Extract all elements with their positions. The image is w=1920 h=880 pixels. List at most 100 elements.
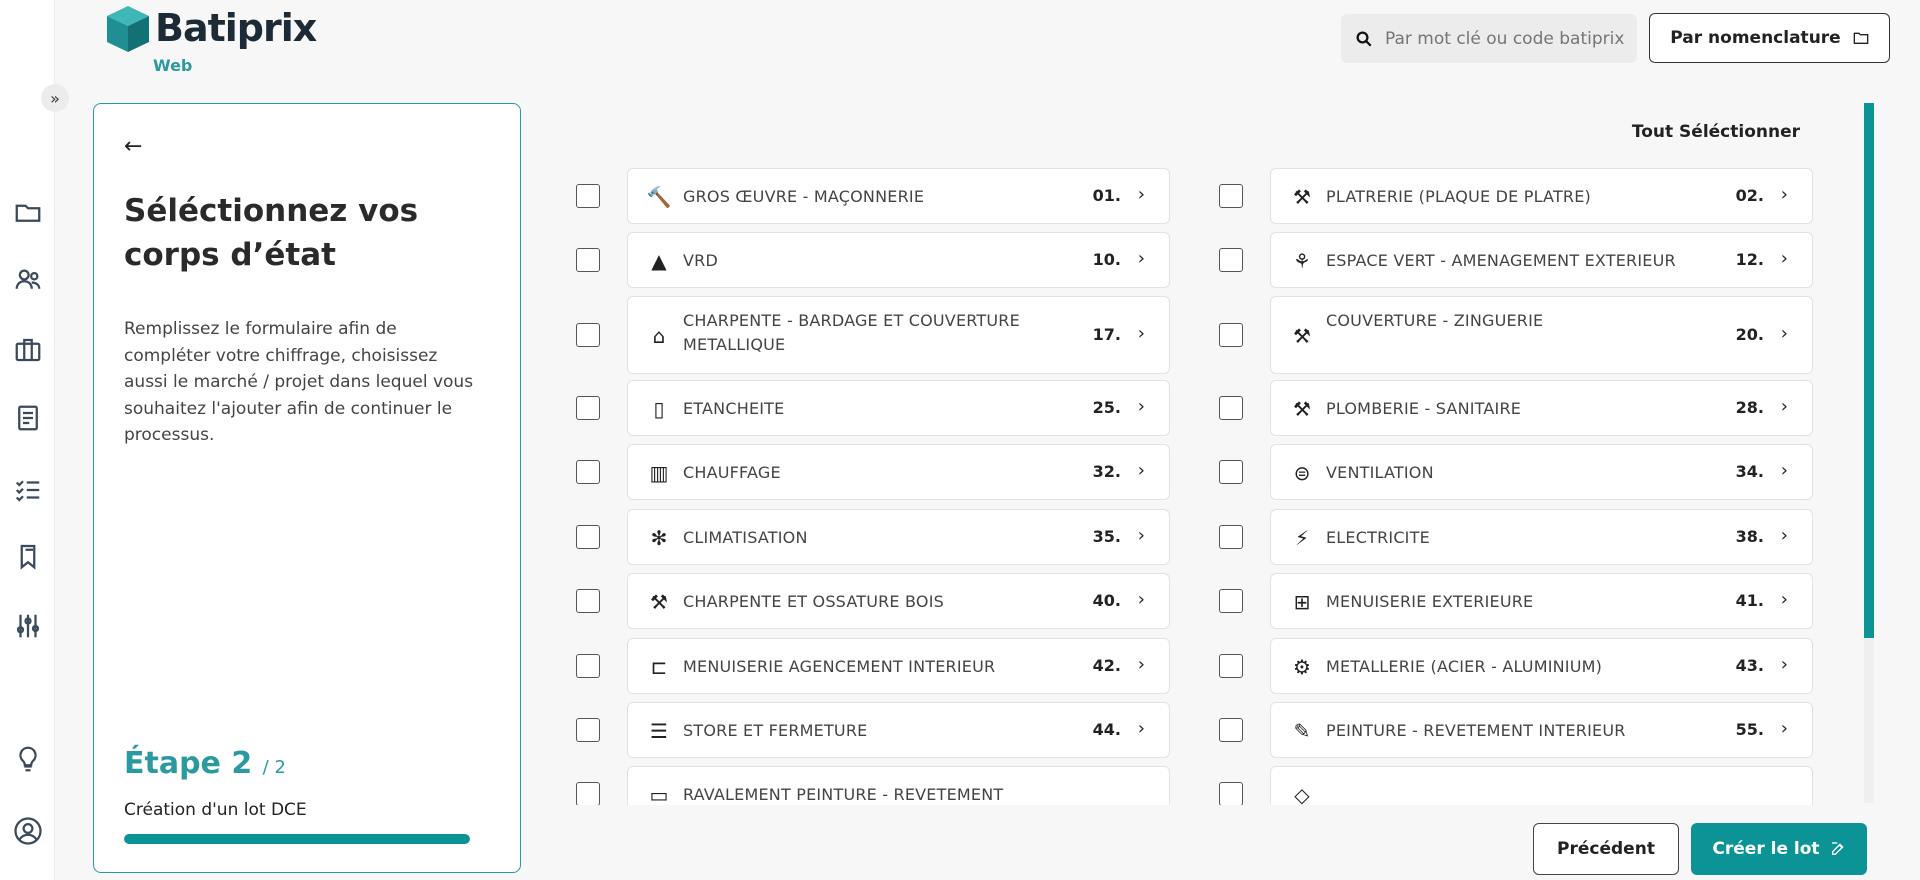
trade-checkbox[interactable]: [1219, 460, 1243, 484]
trade-item[interactable]: ⚒ PLOMBERIE - SANITAIRE 28. ›: [1270, 380, 1813, 436]
sidebar: »: [0, 0, 69, 880]
trade-item[interactable]: ▯ ETANCHEITE 25. ›: [627, 380, 1170, 436]
trade-checkbox[interactable]: [576, 460, 600, 484]
chevron-right-icon: ›: [1137, 396, 1145, 417]
trade-label: VENTILATION: [1326, 463, 1434, 482]
settings-sliders-icon[interactable]: [12, 610, 44, 642]
batiprix-logo[interactable]: Batiprix Web: [105, 4, 317, 75]
trade-checkbox[interactable]: [1219, 248, 1243, 272]
create-lot-button[interactable]: Créer le lot: [1691, 823, 1867, 875]
trade-label: GROS ŒUVRE - MAÇONNERIE: [683, 187, 925, 206]
trade-icon: ✻: [650, 526, 668, 550]
trade-item[interactable]: ⊏ MENUISERIE AGENCEMENT INTERIEUR 42. ›: [627, 638, 1170, 694]
select-all-link[interactable]: Tout Séléctionner: [1632, 122, 1800, 142]
trade-item[interactable]: ⊜ VENTILATION 34. ›: [1270, 444, 1813, 500]
chevron-right-icon: ›: [1137, 184, 1145, 205]
users-icon[interactable]: [12, 264, 44, 296]
trade-checkbox[interactable]: [1219, 654, 1243, 678]
trade-item[interactable]: ⌂ CHARPENTE - BARDAGE ET COUVERTURE METAL…: [627, 296, 1170, 374]
nomenclature-button[interactable]: Par nomenclature: [1649, 13, 1890, 63]
trade-checkbox[interactable]: [576, 396, 600, 420]
trade-label: ELECTRICITE: [1326, 528, 1430, 547]
trade-checkbox[interactable]: [1219, 782, 1243, 805]
trade-item[interactable]: ✎ PEINTURE - REVETEMENT INTERIEUR 55. ›: [1270, 702, 1813, 758]
brand-sub: Web: [153, 56, 193, 75]
trade-label: PLOMBERIE - SANITAIRE: [1326, 399, 1522, 418]
trade-checkbox[interactable]: [1219, 323, 1243, 347]
brand-name: Batiprix: [155, 6, 317, 50]
trade-icon: ⌂: [652, 324, 666, 348]
bookmarks-icon[interactable]: [12, 540, 44, 572]
trade-checkbox[interactable]: [576, 525, 600, 549]
trade-icon: ⚡: [1294, 526, 1310, 550]
trade-label: MENUISERIE AGENCEMENT INTERIEUR: [683, 657, 996, 676]
chevron-right-icon: ›: [1137, 525, 1145, 546]
trade-code: 44.: [1092, 720, 1121, 739]
expand-sidebar-icon[interactable]: »: [41, 84, 69, 112]
back-arrow-icon[interactable]: ←: [124, 134, 142, 159]
trade-icon: ▥: [649, 461, 669, 485]
trade-item[interactable]: ✻ CLIMATISATION 35. ›: [627, 509, 1170, 565]
chevron-right-icon: ›: [1137, 460, 1145, 481]
trade-icon: ▭: [649, 783, 669, 805]
trade-item[interactable]: ⚘ ESPACE VERT - AMENAGEMENT EXTERIEUR 12. ›: [1270, 232, 1813, 288]
briefcase-icon[interactable]: [12, 334, 44, 366]
previous-button[interactable]: Précédent: [1533, 823, 1679, 875]
page-title: Séléctionnez vos corps d’état: [124, 193, 419, 273]
trade-label: CHARPENTE ET OSSATURE BOIS: [683, 592, 944, 611]
chevron-right-icon: ›: [1780, 718, 1788, 739]
chevron-right-icon: ›: [1137, 654, 1145, 675]
panel-description: Remplissez le formulaire afin de complét…: [124, 319, 474, 445]
lightbulb-icon[interactable]: [12, 743, 44, 775]
folder-icon[interactable]: [12, 196, 44, 228]
checklist-icon[interactable]: [12, 474, 44, 506]
trade-item[interactable]: ⚙ METALLERIE (ACIER - ALUMINIUM) 43. ›: [1270, 638, 1813, 694]
chevron-right-icon: ›: [1780, 323, 1788, 344]
trade-item[interactable]: ⊞ MENUISERIE EXTERIEURE 41. ›: [1270, 573, 1813, 629]
trade-item[interactable]: ⚒ CHARPENTE ET OSSATURE BOIS 40. ›: [627, 573, 1170, 629]
trade-item[interactable]: ◇: [1270, 766, 1813, 805]
trade-checkbox[interactable]: [1219, 396, 1243, 420]
trade-checkbox[interactable]: [1219, 525, 1243, 549]
trade-checkbox[interactable]: [576, 718, 600, 742]
trade-checkbox[interactable]: [576, 589, 600, 613]
trade-icon: ◇: [1294, 783, 1310, 805]
trade-item[interactable]: ⚡ ELECTRICITE 38. ›: [1270, 509, 1813, 565]
trade-checkbox[interactable]: [576, 184, 600, 208]
trade-checkbox[interactable]: [576, 782, 600, 805]
trade-code: 34.: [1735, 462, 1764, 481]
user-profile-icon[interactable]: [12, 815, 44, 847]
trade-checkbox[interactable]: [576, 323, 600, 347]
chevron-right-icon: ›: [1137, 718, 1145, 739]
trade-checkbox[interactable]: [1219, 589, 1243, 613]
trade-checkbox[interactable]: [576, 248, 600, 272]
trade-item[interactable]: 🔨 GROS ŒUVRE - MAÇONNERIE 01. ›: [627, 168, 1170, 224]
trade-checkbox[interactable]: [1219, 718, 1243, 742]
trade-code: 42.: [1092, 656, 1121, 675]
step-indicator: Étape 2 / 2: [124, 746, 286, 781]
trade-label: ETANCHEITE: [683, 399, 785, 418]
trade-item[interactable]: ⚒ COUVERTURE - ZINGUERIE 20. ›: [1270, 296, 1813, 374]
step-label: Étape 2: [124, 746, 253, 781]
document-icon[interactable]: [12, 402, 44, 434]
trade-list: 🔨 GROS ŒUVRE - MAÇONNERIE 01. › ⚒ PLATRERIE (…: [560, 160, 1820, 805]
scrollbar-thumb[interactable]: [1864, 103, 1874, 638]
search-box[interactable]: [1341, 14, 1637, 63]
trade-item[interactable]: ☰ STORE ET FERMETURE 44. ›: [627, 702, 1170, 758]
trade-code: 38.: [1735, 527, 1764, 546]
trade-label: CHARPENTE - BARDAGE ET COUVERTURE METALL…: [683, 311, 1020, 354]
trade-item[interactable]: ⚒ PLATRERIE (PLAQUE DE PLATRE) 02. ›: [1270, 168, 1813, 224]
trade-item[interactable]: ▥ CHAUFFAGE 32. ›: [627, 444, 1170, 500]
search-input[interactable]: [1385, 28, 1625, 49]
trade-icon: 🔨: [646, 185, 672, 209]
search-icon: [1356, 31, 1372, 47]
trade-checkbox[interactable]: [1219, 184, 1243, 208]
chevron-right-icon: ›: [1137, 248, 1145, 269]
trade-label: CHAUFFAGE: [683, 463, 781, 482]
trade-checkbox[interactable]: [576, 654, 600, 678]
trade-item[interactable]: ▭ RAVALEMENT PEINTURE - REVETEMENT: [627, 766, 1170, 805]
trade-label: COUVERTURE - ZINGUERIE: [1326, 311, 1544, 330]
chevron-right-icon: ›: [1780, 396, 1788, 417]
trade-item[interactable]: ▲ VRD 10. ›: [627, 232, 1170, 288]
nomenclature-label: Par nomenclature: [1670, 28, 1841, 48]
